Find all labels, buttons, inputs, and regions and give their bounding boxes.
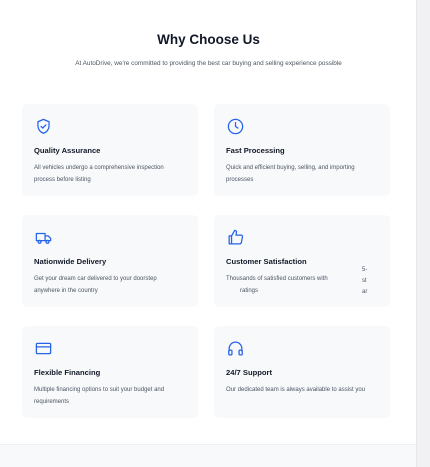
headphones-icon bbox=[226, 339, 245, 358]
feature-description-line: Thousands of satisfied customers with bbox=[226, 276, 328, 282]
overflow-text-fragment: ar bbox=[362, 289, 368, 295]
section-title: Why Choose Us bbox=[157, 32, 260, 47]
feature-card-flexible-financing: Flexible Financing Multiple financing op… bbox=[22, 326, 198, 418]
feature-title: Fast Processing bbox=[226, 146, 285, 155]
feature-card-nationwide-delivery: Nationwide Delivery Get your dream car d… bbox=[22, 215, 198, 307]
feature-card-customer-satisfaction: Customer Satisfaction Thousands of satis… bbox=[214, 215, 390, 307]
feature-description: Thousands of satisfied customers with ra… bbox=[226, 274, 366, 297]
section-subtitle: At AutoDrive, we're committed to providi… bbox=[75, 60, 342, 67]
feature-title: Customer Satisfaction bbox=[226, 257, 307, 266]
feature-title: Quality Assurance bbox=[34, 146, 101, 155]
feature-description: Get your dream car delivered to your doo… bbox=[34, 276, 157, 294]
scrollbar[interactable] bbox=[416, 0, 430, 467]
next-section-edge bbox=[0, 444, 417, 467]
feature-description: Quick and efficient buying, selling, and… bbox=[226, 165, 355, 183]
feature-card-support: 24/7 Support Our dedicated team is alway… bbox=[214, 326, 390, 418]
feature-card-quality-assurance: Quality Assurance All vehicles undergo a… bbox=[22, 104, 198, 196]
clock-icon bbox=[226, 117, 245, 136]
feature-title: 24/7 Support bbox=[226, 368, 272, 377]
feature-description-line: ratings bbox=[240, 287, 259, 294]
feature-title: Nationwide Delivery bbox=[34, 257, 107, 266]
credit-card-icon bbox=[34, 339, 53, 358]
thumbs-up-icon bbox=[226, 228, 245, 247]
truck-icon bbox=[34, 228, 53, 247]
feature-title: Flexible Financing bbox=[34, 368, 101, 377]
feature-card-fast-processing: Fast Processing Quick and efficient buyi… bbox=[214, 104, 390, 196]
shield-check-icon bbox=[34, 117, 53, 136]
feature-description: Our dedicated team is always available t… bbox=[226, 387, 366, 393]
feature-description: All vehicles undergo a comprehensive ins… bbox=[34, 165, 164, 183]
feature-description: Multiple financing options to suit your … bbox=[34, 387, 165, 405]
